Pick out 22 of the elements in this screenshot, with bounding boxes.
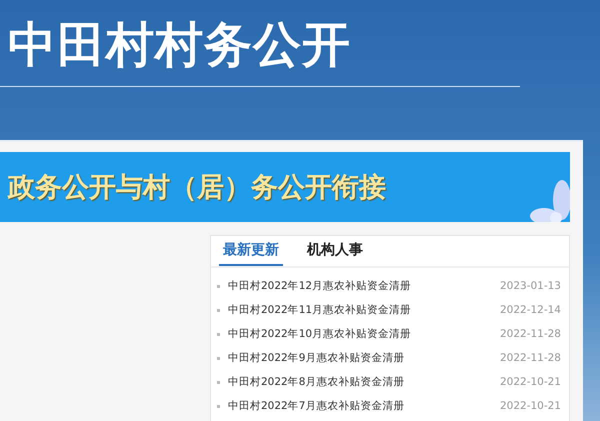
tab[interactable]: 机构人事 (303, 236, 367, 266)
tab[interactable]: 最新更新 (219, 236, 283, 266)
bullet-icon (217, 404, 220, 408)
site-title: 中田村村务公开 (8, 16, 351, 75)
news-date: 2022-10-21 (500, 400, 561, 412)
bullet-icon (217, 284, 220, 288)
bullet-icon (217, 308, 220, 312)
news-date: 2022-12-14 (500, 304, 561, 316)
news-link[interactable]: 中田村2022年11月惠农补贴资金清册 (228, 303, 500, 317)
news-link[interactable]: 中田村2022年10月惠农补贴资金清册 (228, 327, 500, 341)
news-link[interactable]: 中田村2022年8月惠农补贴资金清册 (228, 375, 500, 389)
news-link[interactable]: 中田村2022年12月惠农补贴资金清册 (228, 279, 500, 293)
bullet-icon (217, 356, 220, 360)
news-date: 2022-11-28 (500, 352, 561, 364)
banner-title: 政务公开与村（居）务公开衔接 (8, 171, 386, 205)
news-link[interactable]: 中田村2022年9月惠农补贴资金清册 (228, 351, 500, 365)
bullet-icon (217, 332, 220, 336)
news-date: 2023-01-13 (500, 280, 561, 292)
bullet-icon (217, 380, 220, 384)
news-date: 2022-11-28 (500, 328, 561, 340)
news-link[interactable]: 中田村2022年7月惠农补贴资金清册 (228, 399, 500, 413)
news-date: 2022-10-21 (500, 376, 561, 388)
